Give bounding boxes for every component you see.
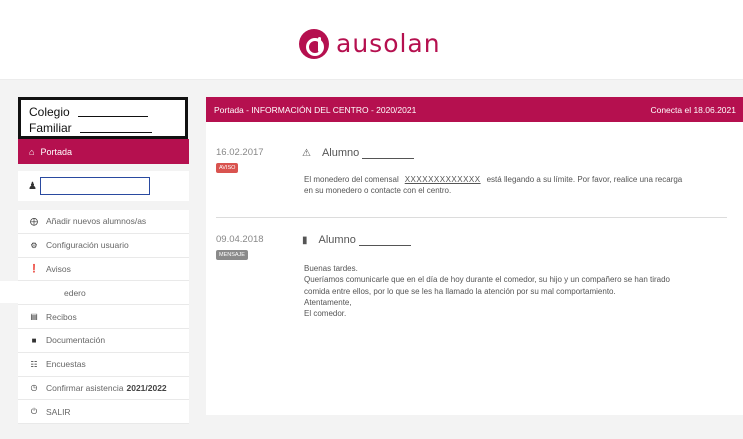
school-name-line: Colegio [29, 104, 177, 120]
user-selector: ♟ [18, 171, 189, 201]
sidebar-item-label: Documentación [46, 335, 106, 346]
sidebar-menu: ⨁ Añadir nuevos alumnos/as ⚙ Configuraci… [18, 210, 189, 425]
panel-title: Portada - INFORMACIÓN DEL CENTRO - 2020/… [214, 104, 417, 115]
alert-circle-icon: ❗ [29, 264, 39, 274]
entry-student: Alumno [321, 147, 360, 159]
warning-icon: ⚠ [302, 147, 311, 159]
document-icon: ■ [31, 335, 37, 345]
logo-mark-icon [299, 29, 329, 59]
aviso-badge: AVISO [216, 163, 239, 173]
entry-body-line: Atentamente, [304, 297, 352, 307]
sidebar-item-label: edero [64, 287, 86, 298]
student-name-blank [362, 148, 415, 159]
entry-body: El monedero del comensal XXXXXXXXXXXXX est… [304, 174, 682, 197]
entry-body-line: Buenas tardes. [304, 264, 358, 273]
entry-separator [216, 217, 727, 218]
student-name-blank [358, 235, 411, 246]
school-label: Colegio [29, 105, 70, 119]
home-icon: ⌂ [29, 146, 35, 157]
sidebar-item-label: Portada [40, 146, 72, 157]
entry-body-line: comida entre ellos, por lo que se les ha… [304, 286, 616, 296]
entry-body: Buenas tardes. Queríamos comunicarle que… [304, 263, 670, 319]
sidebar-item-label: Añadir nuevos alumnos/as [46, 216, 147, 227]
entry-student: Alumno [318, 234, 356, 246]
last-connection: Conecta el 18.06.2021 [650, 104, 736, 115]
sidebar-item-avisos[interactable]: ❗ Avisos [18, 257, 189, 282]
sidebar-item-confirmar-asistencia[interactable]: ◷ Confirmar asistencia 2021/2022 [18, 376, 189, 401]
survey-icon: ☷ [30, 359, 38, 369]
gear-icon: ⚙ [30, 240, 38, 250]
sidebar-item-monedero[interactable]: edero [18, 281, 189, 306]
user-icon: ♟ [28, 180, 37, 192]
right-edge-blank [727, 122, 743, 415]
sidebar-item-encuestas[interactable]: ☷ Encuestas [18, 352, 189, 377]
entry-date: 09.04.2018 [216, 234, 264, 245]
sidebar-item-user-settings[interactable]: ⚙ Configuración usuario [18, 233, 189, 258]
sidebar-item-label: Confirmar asistencia [46, 382, 124, 393]
entry-body-line: El comedor. [304, 309, 347, 319]
sidebar-item-label: Configuración usuario [46, 240, 129, 251]
mensaje-badge: MENSAJE [216, 250, 248, 260]
entry-header: ▮ Alumno [302, 234, 411, 246]
plus-circle-icon: ⨁ [30, 216, 38, 226]
sidebar-item-label: SALIR [46, 406, 71, 417]
top-bar: ausolan [0, 0, 743, 80]
entry-header: ⚠ Alumno [302, 147, 415, 159]
sidebar-item-label: Recibos [46, 311, 77, 322]
sidebar-item-year: 2021/2022 [126, 382, 167, 393]
entry-body-line: Queríamos comunicarle que en el día de h… [304, 275, 670, 285]
sidebar-item-portada[interactable]: ⌂ Portada [18, 139, 189, 164]
panel-header: Portada - INFORMACIÓN DEL CENTRO - 2020/… [206, 97, 743, 122]
sidebar-item-add-students[interactable]: ⨁ Añadir nuevos alumnos/as [18, 210, 189, 234]
entry-body-line: El monedero del comensal XXXXXXXXXXXXX est… [304, 175, 683, 184]
sidebar-item-label: Avisos [46, 263, 71, 274]
sidebar-item-documentacion[interactable]: ■ Documentación [18, 328, 189, 353]
entry-body-line: en su monedero o contacte con el centro. [304, 186, 452, 196]
family-label: Familiar [29, 121, 72, 135]
family-name-blank [79, 123, 152, 133]
clock-check-icon: ◷ [30, 383, 38, 393]
school-info-box: Colegio Familiar [18, 97, 188, 139]
sidebar-item-label: Encuestas [46, 359, 86, 370]
sidebar-item-recibos[interactable]: ▤ Recibos [18, 305, 189, 329]
receipt-icon: ▤ [30, 312, 38, 322]
comensal-code: XXXXXXXXXXXXX [404, 175, 481, 184]
family-name-line: Familiar [29, 120, 177, 136]
message-icon: ▮ [302, 234, 308, 246]
school-name-blank [77, 107, 148, 117]
info-panel: Portada - INFORMACIÓN DEL CENTRO - 2020/… [206, 97, 743, 415]
user-input[interactable] [39, 177, 150, 195]
ausolan-logo[interactable]: ausolan [299, 29, 441, 59]
logo-text: ausolan [336, 29, 441, 58]
entry-date: 16.02.2017 [216, 147, 264, 158]
sidebar-item-salir[interactable]: ⏻ SALIR [18, 400, 189, 425]
power-icon: ⏻ [30, 406, 38, 416]
